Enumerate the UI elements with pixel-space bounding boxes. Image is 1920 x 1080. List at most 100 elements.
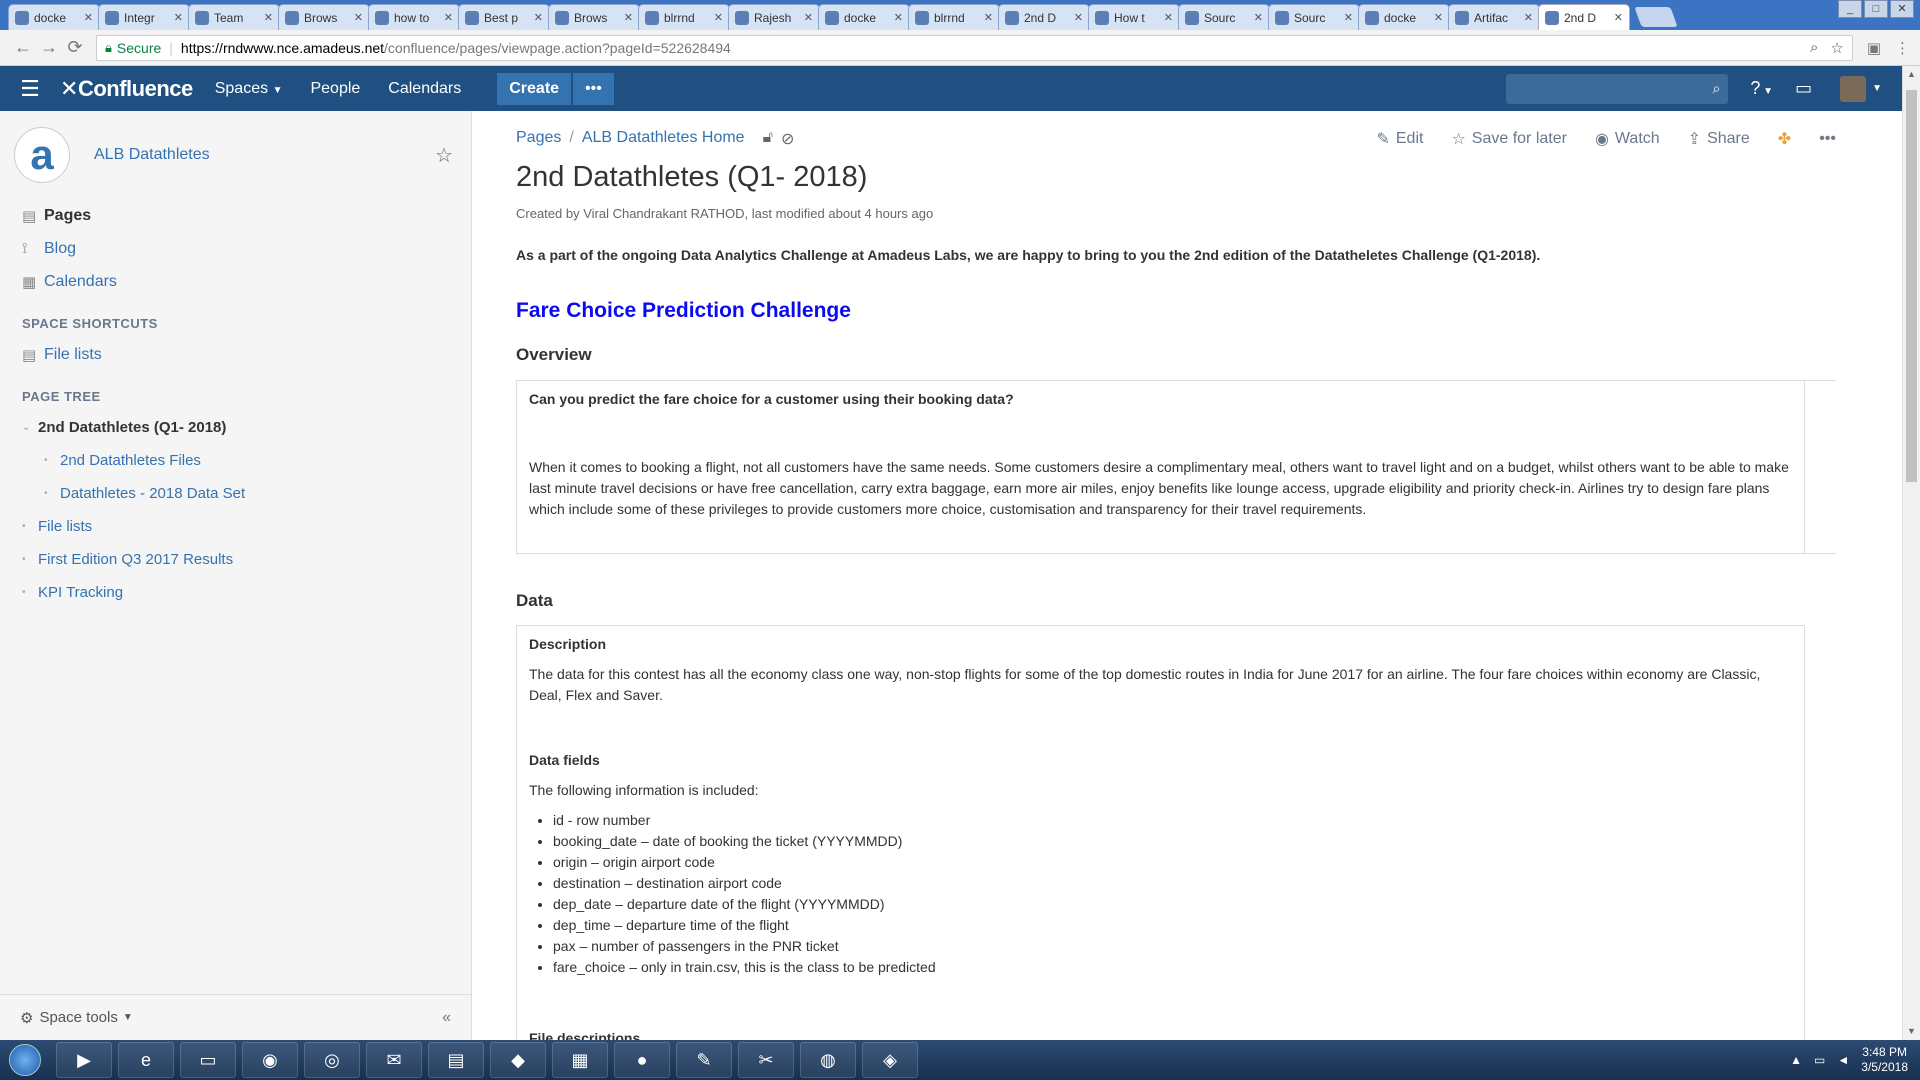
browser-tab[interactable]: Integr ✕: [98, 4, 190, 30]
browser-tab[interactable]: Sourc ✕: [1268, 4, 1360, 30]
space-name[interactable]: ALB Datathletes: [94, 146, 435, 164]
git-icon[interactable]: ◈: [862, 1042, 918, 1078]
browser-tab[interactable]: docke ✕: [1358, 4, 1450, 30]
browser-tab[interactable]: 2nd D ✕: [998, 4, 1090, 30]
browser-tab[interactable]: docke ✕: [8, 4, 100, 30]
share-button[interactable]: ⇪ Share: [1688, 129, 1750, 149]
browser-tab[interactable]: Brows ✕: [278, 4, 370, 30]
browser-tab[interactable]: blrrnd ✕: [638, 4, 730, 30]
close-tab-icon[interactable]: ✕: [174, 11, 183, 24]
notepad-icon[interactable]: ▤: [428, 1042, 484, 1078]
close-window-button[interactable]: ✕: [1890, 0, 1914, 18]
extension-icon[interactable]: ▣: [1867, 39, 1881, 57]
scrollbar-thumb[interactable]: [1906, 90, 1917, 482]
app-switcher-icon[interactable]: ☰: [0, 76, 60, 102]
close-tab-icon[interactable]: ✕: [354, 11, 363, 24]
sidebar-item-file-lists[interactable]: ▤ File lists: [22, 338, 449, 371]
browser-tab[interactable]: Best p ✕: [458, 4, 550, 30]
breadcrumb-home[interactable]: ALB Datathletes Home: [582, 129, 745, 149]
start-button[interactable]: [0, 1040, 50, 1080]
page-scrollbar[interactable]: ▲ ▼: [1902, 66, 1920, 1040]
user-avatar[interactable]: [1840, 75, 1867, 102]
close-tab-icon[interactable]: ✕: [1434, 11, 1443, 24]
browser-tab[interactable]: Rajesh ✕: [728, 4, 820, 30]
file-explorer-icon[interactable]: ▭: [180, 1042, 236, 1078]
app-icon[interactable]: ◆: [490, 1042, 546, 1078]
close-tab-icon[interactable]: ✕: [534, 11, 543, 24]
bookmark-star-icon[interactable]: ☆: [1830, 39, 1843, 57]
create-button[interactable]: Create: [497, 72, 572, 105]
collapse-sidebar-icon[interactable]: «: [442, 1009, 451, 1027]
media-player-icon[interactable]: ▶: [56, 1042, 112, 1078]
volume-icon[interactable]: ◄: [1837, 1053, 1849, 1067]
browser-tab[interactable]: Brows ✕: [548, 4, 640, 30]
close-tab-icon[interactable]: ✕: [984, 11, 993, 24]
tree-item[interactable]: • First Edition Q3 2017 Results: [22, 543, 449, 576]
sidebar-item-pages[interactable]: ▤ Pages: [22, 199, 449, 232]
close-tab-icon[interactable]: ✕: [894, 11, 903, 24]
close-tab-icon[interactable]: ✕: [1074, 11, 1083, 24]
new-tab-button[interactable]: [1634, 7, 1678, 27]
tree-item[interactable]: ⌄ 2nd Datathletes (Q1- 2018): [22, 411, 449, 444]
close-tab-icon[interactable]: ✕: [1614, 11, 1623, 24]
close-tab-icon[interactable]: ✕: [804, 11, 813, 24]
star-icon[interactable]: ☆: [435, 143, 453, 168]
browser-tab[interactable]: blrrnd ✕: [908, 4, 1000, 30]
tree-item[interactable]: • 2nd Datathletes Files: [22, 444, 449, 477]
outlook-icon[interactable]: ✉: [366, 1042, 422, 1078]
analytics-icon[interactable]: ✤: [1778, 129, 1791, 149]
unlock-icon[interactable]: 🔓︎: [763, 129, 773, 149]
help-icon[interactable]: ? ▼: [1750, 78, 1773, 99]
close-tab-icon[interactable]: ✕: [444, 11, 453, 24]
clock[interactable]: 3:48 PM 3/5/2018: [1861, 1045, 1908, 1075]
nav-people[interactable]: People: [310, 80, 360, 98]
url-input[interactable]: 🔒︎ Secure | https://rndwww.nce.amadeus.n…: [96, 34, 1853, 61]
space-tools[interactable]: ⚙ Space tools ▼ «: [0, 994, 471, 1040]
minimize-button[interactable]: _: [1838, 0, 1862, 18]
network-icon[interactable]: ▭: [1814, 1053, 1825, 1067]
browser-tab[interactable]: Sourc ✕: [1178, 4, 1270, 30]
nav-spaces[interactable]: Spaces ▼: [215, 80, 283, 98]
scroll-down-icon[interactable]: ▼: [1903, 1023, 1920, 1040]
edit-button[interactable]: ✎ Edit: [1376, 129, 1423, 149]
create-more-button[interactable]: •••: [573, 72, 614, 105]
space-logo[interactable]: a: [14, 127, 70, 183]
more-actions-icon[interactable]: •••: [1819, 129, 1836, 149]
tree-item[interactable]: • File lists: [22, 510, 449, 543]
browser-tab[interactable]: 2nd D ✕: [1538, 4, 1630, 30]
confluence-logo[interactable]: ✕Confluence: [60, 76, 193, 102]
browser-tab[interactable]: Team ✕: [188, 4, 280, 30]
browser-tab[interactable]: How t ✕: [1088, 4, 1180, 30]
search-input[interactable]: ⌕: [1506, 73, 1729, 104]
chevron-down-icon[interactable]: ⌄: [22, 422, 38, 433]
tree-item[interactable]: • KPI Tracking: [22, 576, 449, 609]
tree-item[interactable]: • Datathletes - 2018 Data Set: [22, 477, 449, 510]
close-tab-icon[interactable]: ✕: [714, 11, 723, 24]
chevron-down-icon[interactable]: ▼: [1872, 83, 1882, 94]
browser-tab[interactable]: Artifac ✕: [1448, 4, 1540, 30]
forward-icon[interactable]: →: [36, 37, 62, 58]
eclipse-icon[interactable]: ●: [614, 1042, 670, 1078]
excel-icon[interactable]: ▦: [552, 1042, 608, 1078]
scroll-up-icon[interactable]: ▲: [1903, 66, 1920, 83]
zoom-icon[interactable]: ⌕: [1810, 39, 1818, 57]
skype-icon[interactable]: ◎: [304, 1042, 360, 1078]
sidebar-item-blog[interactable]: ⟟ Blog: [22, 232, 449, 265]
snipping-tool-icon[interactable]: ✂: [738, 1042, 794, 1078]
tray-expand-icon[interactable]: ▲: [1790, 1053, 1802, 1067]
close-tab-icon[interactable]: ✕: [1254, 11, 1263, 24]
close-tab-icon[interactable]: ✕: [264, 11, 273, 24]
sidebar-item-calendars[interactable]: ▦ Calendars: [22, 265, 449, 298]
nav-calendars[interactable]: Calendars: [388, 80, 461, 98]
menu-icon[interactable]: ⋮: [1895, 39, 1910, 57]
notifications-icon[interactable]: ▭: [1795, 78, 1812, 99]
chrome-icon[interactable]: ◉: [242, 1042, 298, 1078]
watch-button[interactable]: ◉ Watch: [1595, 129, 1660, 149]
close-tab-icon[interactable]: ✕: [84, 11, 93, 24]
browser-tab[interactable]: docke ✕: [818, 4, 910, 30]
close-tab-icon[interactable]: ✕: [1164, 11, 1173, 24]
paint-icon[interactable]: ✎: [676, 1042, 732, 1078]
breadcrumb-pages[interactable]: Pages: [516, 129, 561, 149]
back-icon[interactable]: ←: [10, 37, 36, 58]
attachment-icon[interactable]: ⊘: [781, 129, 794, 149]
